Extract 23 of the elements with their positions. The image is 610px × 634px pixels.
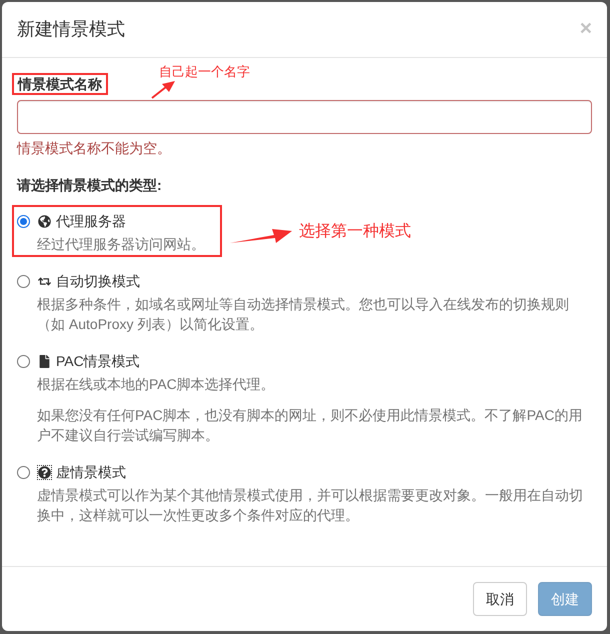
field-label: 情景模式名称 — [18, 75, 102, 93]
option-description: 根据在线或本地的PAC脚本选择代理。 — [37, 375, 276, 394]
option-description: 经过代理服务器访问网站。 — [37, 235, 205, 254]
option-label[interactable]: 代理服务器 — [56, 211, 126, 231]
option-description: 如果您没有任何PAC脚本，也没有脚本的网址，则不必使用此情景模式。不了解PAC的用户不建议自行尝试编写脚本。 — [37, 406, 584, 445]
annotation-text: 自己起一个名字 — [159, 64, 250, 79]
option-description: 虚情景模式可以作为某个其他情景模式使用，并可以根据需要更改对象。一般用在自动切换中，这样就可以一次性更改多个条件对应的代理。 — [37, 486, 584, 525]
annotation-arrow — [151, 81, 175, 99]
cancel-button[interactable]: 取消 — [473, 582, 527, 616]
dialog-title: 新建情景模式 — [17, 18, 125, 41]
annotation-arrow — [230, 228, 292, 244]
option-label[interactable]: 虚情景模式 — [56, 462, 126, 482]
annotation-text: 选择第一种模式 — [299, 223, 411, 241]
radio-button[interactable] — [17, 466, 30, 479]
radio-button[interactable] — [17, 215, 30, 228]
radio-button[interactable] — [17, 355, 30, 368]
input-field[interactable] — [17, 100, 592, 134]
option-label[interactable]: PAC情景模式 — [56, 351, 140, 371]
option-description: 根据多种条件，如域名或网址等自动选择情景模式。您也可以导入在线发布的切换规则（如 AutoProxy 列表）以简化设置。 — [37, 295, 570, 334]
option-label[interactable]: 自动切换模式 — [56, 271, 140, 291]
section-label: 请选择情景模式的类型: — [17, 176, 162, 195]
radio-button[interactable] — [17, 275, 30, 288]
error-message: 情景模式名称不能为空。 — [17, 139, 171, 158]
